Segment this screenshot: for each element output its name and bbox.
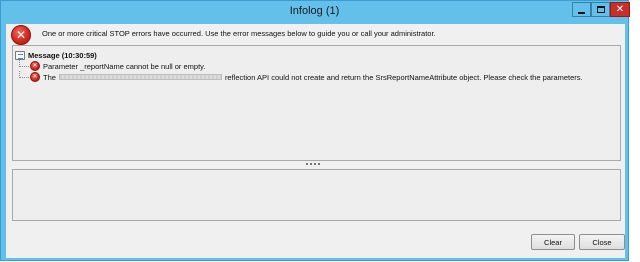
critical-error-icon: ✕ [11,25,31,45]
header-area: ✕ One or more critical STOP errors have … [6,24,625,45]
desktop-background [630,0,640,262]
message-icon [15,50,25,60]
window-close-button[interactable]: ✕ [610,2,630,17]
close-button[interactable]: Close [579,234,625,250]
tree-item-error[interactable]: ✕ The reflection API could not create an… [19,70,583,83]
minimize-icon [578,11,585,14]
tree-connector [19,70,29,78]
maximize-button[interactable] [591,2,610,17]
error-icon: ✕ [30,72,40,82]
close-icon: ✕ [615,3,625,15]
message-tree[interactable]: Message (10:30:59) ✕ Parameter _reportNa… [12,45,621,161]
error-icon: ✕ [30,61,40,71]
redacted-text [58,74,222,80]
dialog-body: ✕ One or more critical STOP errors have … [6,24,625,258]
minimize-button[interactable] [572,2,591,17]
panel-splitter[interactable] [306,163,320,166]
tree-item-text-suffix: reflection API could not create and retu… [224,72,583,82]
tree-item-text: Parameter _reportName cannot be null or … [43,61,206,71]
infolog-window: Infolog (1) ✕ ✕ One or more critical STO… [0,0,630,261]
clear-button[interactable]: Clear [531,234,575,250]
tree-connector [19,59,29,67]
message-detail-panel[interactable] [12,169,621,221]
tree-root-label: Message (10:30:59) [28,50,97,60]
tree-item-text-prefix: The [43,72,56,82]
header-message: One or more critical STOP errors have oc… [42,29,436,38]
title-bar[interactable]: Infolog (1) ✕ [1,1,630,24]
maximize-icon [596,6,605,13]
window-title: Infolog (1) [289,5,340,17]
